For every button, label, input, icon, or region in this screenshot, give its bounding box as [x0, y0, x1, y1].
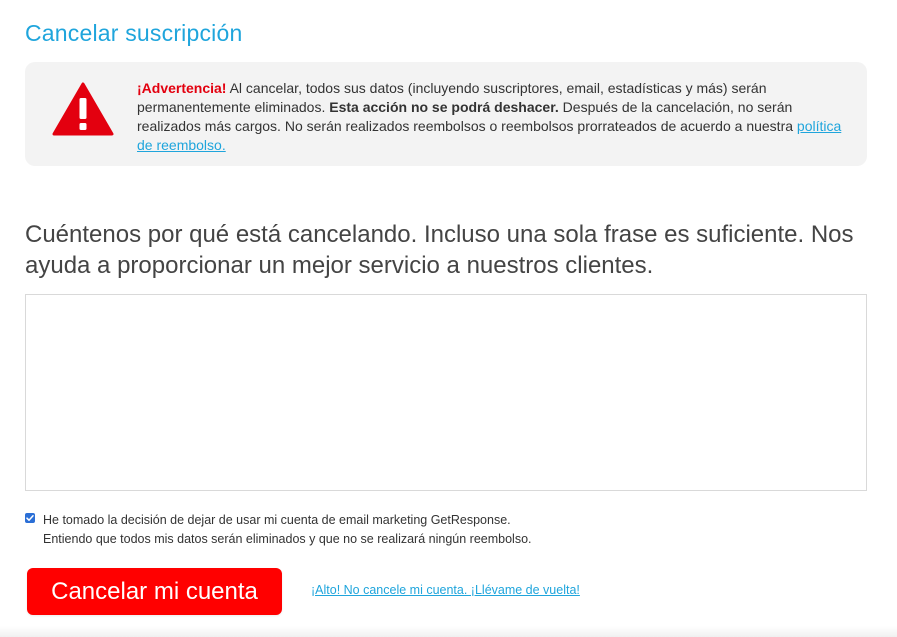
warning-message: ¡Advertencia! Al cancelar, todos sus dat… [137, 79, 852, 155]
footer-shadow-divider [0, 626, 897, 637]
page-title: Cancelar suscripción [25, 20, 243, 46]
warning-box: ¡Advertencia! Al cancelar, todos sus dat… [25, 62, 867, 166]
warning-label: ¡Advertencia! [137, 80, 227, 96]
warning-irreversible-notice: Esta acción no se podrá deshacer. [329, 99, 559, 115]
warning-triangle-icon [52, 82, 114, 136]
cancel-account-button[interactable]: Cancelar mi cuenta [27, 568, 282, 615]
checkmark-icon [26, 515, 34, 521]
go-back-link[interactable]: ¡Alto! No cancele mi cuenta. ¡Llévame de… [311, 583, 580, 597]
confirm-checkbox[interactable] [25, 513, 35, 523]
confirm-line-2: Entiendo que todos mis datos serán elimi… [43, 532, 532, 546]
cancellation-reason-textarea[interactable] [25, 294, 867, 491]
cancellation-reason-prompt: Cuéntenos por qué está cancelando. Inclu… [25, 221, 854, 279]
confirm-checkbox-label: He tomado la decisión de dejar de usar m… [43, 511, 623, 549]
confirm-line-1: He tomado la decisión de dejar de usar m… [43, 513, 511, 527]
